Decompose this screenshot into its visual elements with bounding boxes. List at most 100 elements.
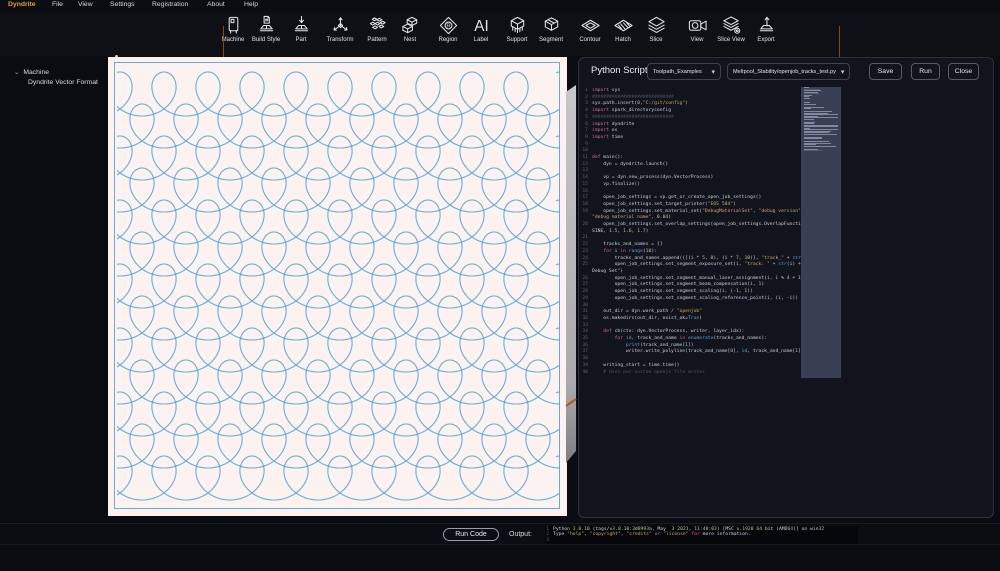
code-line: 23 for i in range(10):	[580, 249, 992, 256]
code-line: 12 dyn = dyndrite.launch()	[580, 162, 992, 169]
menu-item-file[interactable]: File	[52, 1, 63, 8]
code-line: 1import sys	[580, 88, 992, 95]
panel-title: Python Scripts	[591, 65, 652, 76]
toolbar-item-nest[interactable]: Nest	[390, 14, 430, 54]
slice-view-icon	[721, 15, 742, 36]
output-console[interactable]: 1Python 3.8.10 (tags/v3.8.10:3d8993a, Ma…	[545, 526, 858, 544]
export-icon	[756, 15, 777, 36]
code-line: 28 open_job_settings.set_segment_scaling…	[580, 289, 992, 296]
code-line: 5#############################	[580, 115, 992, 122]
tree-item-machine-label: Machine	[23, 69, 49, 76]
minimap-line	[804, 119, 814, 120]
code-line: 15 vp.finalize()	[580, 182, 992, 189]
code-line: SINE, 1.5, 1.6, 1.7)	[580, 229, 992, 236]
tree-item-machine[interactable]: ⌄ Machine	[14, 68, 49, 76]
minimap-line	[804, 146, 836, 147]
toolbar-item-segment[interactable]: Segment	[531, 14, 571, 54]
part-icon	[291, 15, 312, 36]
label-icon: AI	[471, 15, 492, 36]
view-icon	[687, 15, 708, 36]
menu-item-help[interactable]: Help	[244, 1, 258, 8]
hatch-icon	[613, 15, 634, 36]
script-file-dropdown[interactable]: Meltpool_Stability/openjob_tracks_test.p…	[727, 63, 850, 80]
dyndrite-window: Dyndrite File View Settings Registration Abou…	[0, 0, 1000, 571]
nest-icon	[400, 15, 421, 36]
code-line: 29 open_job_settings.set_segment_scaling…	[580, 296, 992, 303]
minimap-line	[804, 108, 811, 109]
minimap-line	[804, 134, 837, 135]
code-line: 40 # Uses our custom openjz file writer	[580, 370, 992, 377]
code-line: 9	[580, 142, 992, 149]
code-line: 11def main():	[580, 155, 992, 162]
support-icon	[507, 15, 528, 36]
code-line: 37 writer.write_polyline(track_and_name[…	[580, 349, 992, 356]
chevron-down-icon: ▾	[706, 68, 715, 76]
close-button[interactable]: Close	[948, 63, 979, 80]
code-line: 20 open_job_settings.set_overlap_setting…	[580, 222, 992, 229]
plate-border	[114, 62, 560, 509]
build-style-icon	[256, 15, 277, 36]
code-line: 7import os	[580, 128, 992, 135]
chevron-down-icon[interactable]: ⌄	[14, 69, 19, 76]
status-bar	[0, 544, 1000, 571]
python-scripts-panel: Python Scripts Toolpath_Examples ▾ Meltp…	[578, 57, 994, 518]
toolbar-item-transform[interactable]: Transform	[320, 14, 360, 54]
code-line: 10	[580, 148, 992, 155]
tree-item-vector-format-label: Dyndrite Vector Format	[28, 79, 98, 86]
toolbar-item-build-style[interactable]: Build Style	[246, 14, 286, 54]
toolbar-item-slice[interactable]: Slice	[636, 14, 676, 54]
toolbar-item-label[interactable]: AI Label	[461, 14, 501, 54]
build-plate-edge-3d	[563, 85, 579, 467]
toolbar-item-label: Slice View	[711, 37, 751, 43]
toolbar-item-label: Part	[281, 37, 321, 43]
script-file-value: Meltpool_Stability/openjob_tracks_test.p…	[733, 69, 836, 75]
menu-item-settings[interactable]: Settings	[110, 1, 135, 8]
run-code-button[interactable]: Run Code	[443, 528, 499, 541]
pattern-icon	[367, 15, 388, 36]
menu-item-view[interactable]: View	[78, 1, 93, 8]
code-line: 38	[580, 356, 992, 363]
transform-icon	[330, 15, 351, 36]
toolbar-item-label: Export	[746, 37, 786, 43]
svg-text:AI: AI	[474, 18, 488, 35]
script-folder-dropdown[interactable]: Toolpath_Examples ▾	[647, 63, 721, 80]
menu-item-dyndrite[interactable]: Dyndrite	[8, 1, 36, 8]
chevron-down-icon: ▾	[836, 68, 845, 76]
output-label: Output:	[509, 531, 532, 538]
code-line: 39 writing_start = time.time()	[580, 363, 992, 370]
code-line: 34 def cb(ctx: dyn.VectorProcess, writer…	[580, 329, 992, 336]
menu-item-registration[interactable]: Registration	[152, 1, 188, 8]
menu-bar: Dyndrite File View Settings Registration Abou…	[0, 0, 1000, 12]
code-line: 17 open_job_settings = vp.get_or_create_…	[580, 195, 992, 202]
toolbar-item-label: Slice	[636, 37, 676, 43]
toolbar-item-label: Transform	[320, 37, 360, 43]
minimap-line	[804, 104, 816, 105]
code-minimap[interactable]	[801, 87, 841, 378]
menu-item-about[interactable]: About	[207, 1, 225, 8]
run-button[interactable]: Run	[911, 63, 940, 80]
console-line: 3	[545, 538, 858, 543]
code-line: 8import time	[580, 135, 992, 142]
toolbar-item-export[interactable]: Export	[746, 14, 786, 54]
toolbar-item-label: Build Style	[246, 37, 286, 43]
build-plate-canvas[interactable]	[108, 57, 567, 516]
code-line: 35 for id, track_and_name in enumerate(t…	[580, 336, 992, 343]
toolbar-item-slice-view[interactable]: Slice View	[711, 14, 751, 54]
code-line: 4import spark_directoryconfig	[580, 108, 992, 115]
region-icon: R	[438, 15, 459, 36]
code-line: 22 tracks_and_names = []	[580, 242, 992, 249]
code-line: 18 open_job_settings.set_target_printer(…	[580, 202, 992, 209]
tree-item-vector-format[interactable]: Dyndrite Vector Format	[28, 79, 98, 86]
script-folder-value: Toolpath_Examples	[653, 69, 702, 75]
code-line: 31 out_dir = dyn.work_path / "openjob"	[580, 309, 992, 316]
toolbar-item-label: Label	[461, 37, 501, 43]
code-editor[interactable]: 1import sys2############################…	[580, 88, 992, 408]
console-bar: Run Code Output: 1Python 3.8.10 (tags/v3…	[0, 523, 1000, 544]
code-line: Debug Set")	[580, 269, 992, 276]
contour-icon	[580, 15, 601, 36]
toolbar-item-part[interactable]: Part	[281, 14, 321, 54]
ribbon-toolbar: MachineBuild StylePartTransformPatternNe…	[0, 12, 1000, 56]
save-button[interactable]: Save	[869, 63, 902, 80]
toolbar-item-label: Nest	[390, 37, 430, 43]
code-line: 32 os.makedirs(out_dir, exist_ok=True)	[580, 316, 992, 323]
